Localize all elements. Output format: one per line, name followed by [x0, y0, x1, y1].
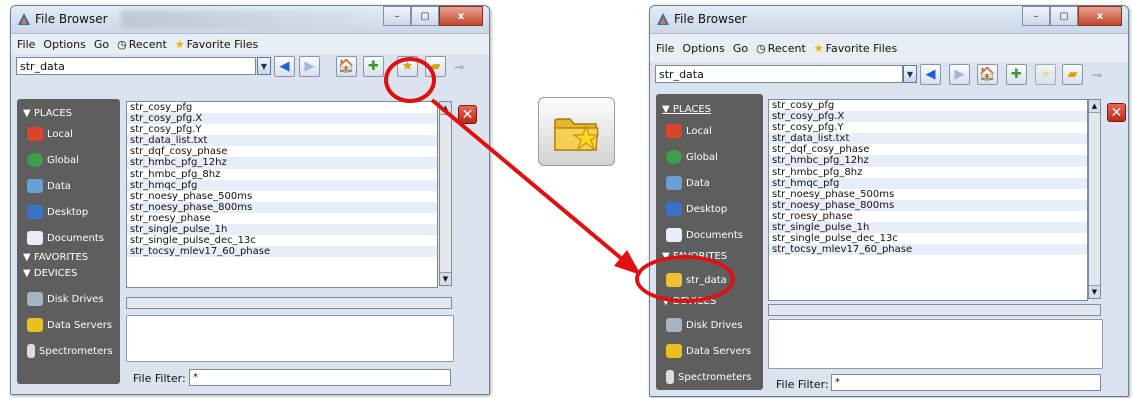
file-filter-input[interactable]: * [831, 374, 1101, 391]
menu-favorites-label: Favorite Files [825, 41, 898, 55]
list-item[interactable]: str_cosy_pfg [769, 100, 1087, 111]
disk-drive-icon [666, 318, 682, 332]
sidebar-item-data[interactable]: Data [666, 176, 710, 190]
path-input[interactable]: str_data [655, 65, 903, 83]
list-item[interactable]: str_cosy_pfg.Y [769, 122, 1087, 133]
pin-icon[interactable]: ⊸ [1092, 68, 1102, 82]
sidebar-item-label: Local [686, 125, 712, 137]
scroll-down-icon[interactable]: ▼ [1089, 285, 1100, 298]
file-filter-label: File Filter: [776, 378, 829, 391]
menu-options[interactable]: Options [682, 42, 724, 55]
sidebar-item-label: Documents [686, 229, 744, 241]
file-browser-window-after: File Browser – ▢ x File Options Go ◷ Rece… [649, 5, 1129, 397]
menu-file[interactable]: File [656, 42, 674, 55]
sidebar: ▼ PLACES Local Global Data Desktop Docum… [656, 94, 763, 390]
sidebar-item-global[interactable]: Global [666, 150, 718, 164]
clock-icon: ◷ [756, 41, 766, 55]
path-dropdown-button[interactable]: ▼ [903, 65, 917, 83]
list-item[interactable]: str_single_pulse_1h [769, 222, 1087, 234]
database-icon [666, 344, 682, 358]
highlight-circle-favorite [635, 255, 735, 303]
list-item[interactable]: str_noesy_phase_800ms [769, 199, 1087, 211]
maximize-button[interactable]: ▢ [1050, 6, 1078, 26]
menu-recent[interactable]: ◷ Recent [756, 42, 806, 55]
spectrometer-icon [666, 370, 674, 384]
data-icon [666, 176, 682, 190]
close-window-button[interactable]: x [1078, 6, 1122, 26]
sidebar-item-label: Global [686, 151, 718, 163]
sidebar-item-documents[interactable]: Documents [666, 228, 743, 242]
forward-button[interactable]: ▶ [949, 64, 970, 85]
vertical-scrollbar[interactable]: ▲ ▼ [1088, 99, 1101, 299]
home-folder-button[interactable]: 🏠 [977, 64, 998, 85]
folder-button[interactable]: ▰ [1062, 64, 1083, 85]
minimize-button[interactable]: – [1022, 6, 1050, 26]
star-icon: ★ [813, 41, 824, 55]
folder-star-icon: ★ [1039, 67, 1052, 82]
back-arrow-icon: ◀ [925, 67, 936, 82]
menu-favorites[interactable]: ★ Favorite Files [814, 42, 897, 55]
file-list[interactable]: str_cosy_pfg str_cosy_pfg.X str_cosy_pfg.Y… [768, 99, 1088, 301]
close-panel-button[interactable]: ✕ [1107, 103, 1126, 122]
scroll-up-icon[interactable]: ▲ [1089, 100, 1100, 113]
house-icon [666, 124, 682, 138]
sidebar-item-data-servers[interactable]: Data Servers [666, 344, 751, 358]
sidebar-item-label: Desktop [686, 203, 728, 215]
list-item[interactable]: str_tocsy_mlev17_60_phase [769, 244, 1087, 256]
places-header-label: PLACES [672, 104, 712, 115]
info-panel [768, 319, 1103, 369]
menu-bar: File Options Go ◷ Recent ★ Favorite Files [650, 34, 1128, 62]
sidebar-item-label: Spectrometers [678, 371, 752, 383]
globe-icon [666, 150, 682, 164]
list-item[interactable]: str_noesy_phase_500ms [769, 189, 1087, 200]
menu-go[interactable]: Go [733, 42, 748, 55]
folder-plus-icon: ✚ [1011, 67, 1022, 82]
monitor-icon [666, 202, 682, 216]
toolbar: str_data ▼ ◀ ▶ 🏠 ✚ ★ ▰ ⊸ [650, 62, 1128, 88]
sidebar-item-label: Data Servers [686, 345, 752, 357]
list-item[interactable]: str_hmqc_pfg [769, 177, 1087, 189]
app-icon [657, 13, 669, 25]
title-bar: File Browser – ▢ x [650, 6, 1128, 34]
new-folder-button[interactable]: ✚ [1006, 64, 1027, 85]
list-item[interactable]: str_data_list.txt [769, 133, 1087, 145]
document-icon [666, 228, 682, 242]
list-item[interactable]: str_hmbc_pfg_12hz [769, 155, 1087, 167]
sidebar-item-label: Disk Drives [686, 319, 743, 331]
forward-arrow-icon: ▶ [954, 67, 965, 82]
list-item[interactable]: str_dqf_cosy_phase [769, 144, 1087, 155]
sidebar-item-desktop[interactable]: Desktop [666, 202, 727, 216]
menu-recent-label: Recent [767, 41, 806, 55]
add-favorite-button[interactable]: ★ [1035, 64, 1056, 85]
back-button[interactable]: ◀ [920, 64, 941, 85]
sidebar-item-disk-drives[interactable]: Disk Drives [666, 318, 743, 332]
list-item[interactable]: str_hmbc_pfg_8hz [769, 167, 1087, 178]
list-item[interactable]: str_single_pulse_dec_13c [769, 233, 1087, 244]
list-item[interactable]: str_cosy_pfg.X [769, 111, 1087, 123]
list-item[interactable]: str_roesy_phase [769, 211, 1087, 222]
places-header[interactable]: ▼ PLACES [662, 104, 711, 115]
sidebar-item-label: Data [686, 177, 710, 189]
sidebar-item-local[interactable]: Local [666, 124, 712, 138]
sidebar-item-spectrometers[interactable]: Spectrometers [666, 370, 752, 384]
folder-icon: ▰ [1067, 67, 1078, 82]
window-title: File Browser [674, 12, 747, 26]
folder-home-icon: 🏠 [979, 67, 996, 82]
horizontal-scrollbar[interactable] [768, 304, 1101, 316]
